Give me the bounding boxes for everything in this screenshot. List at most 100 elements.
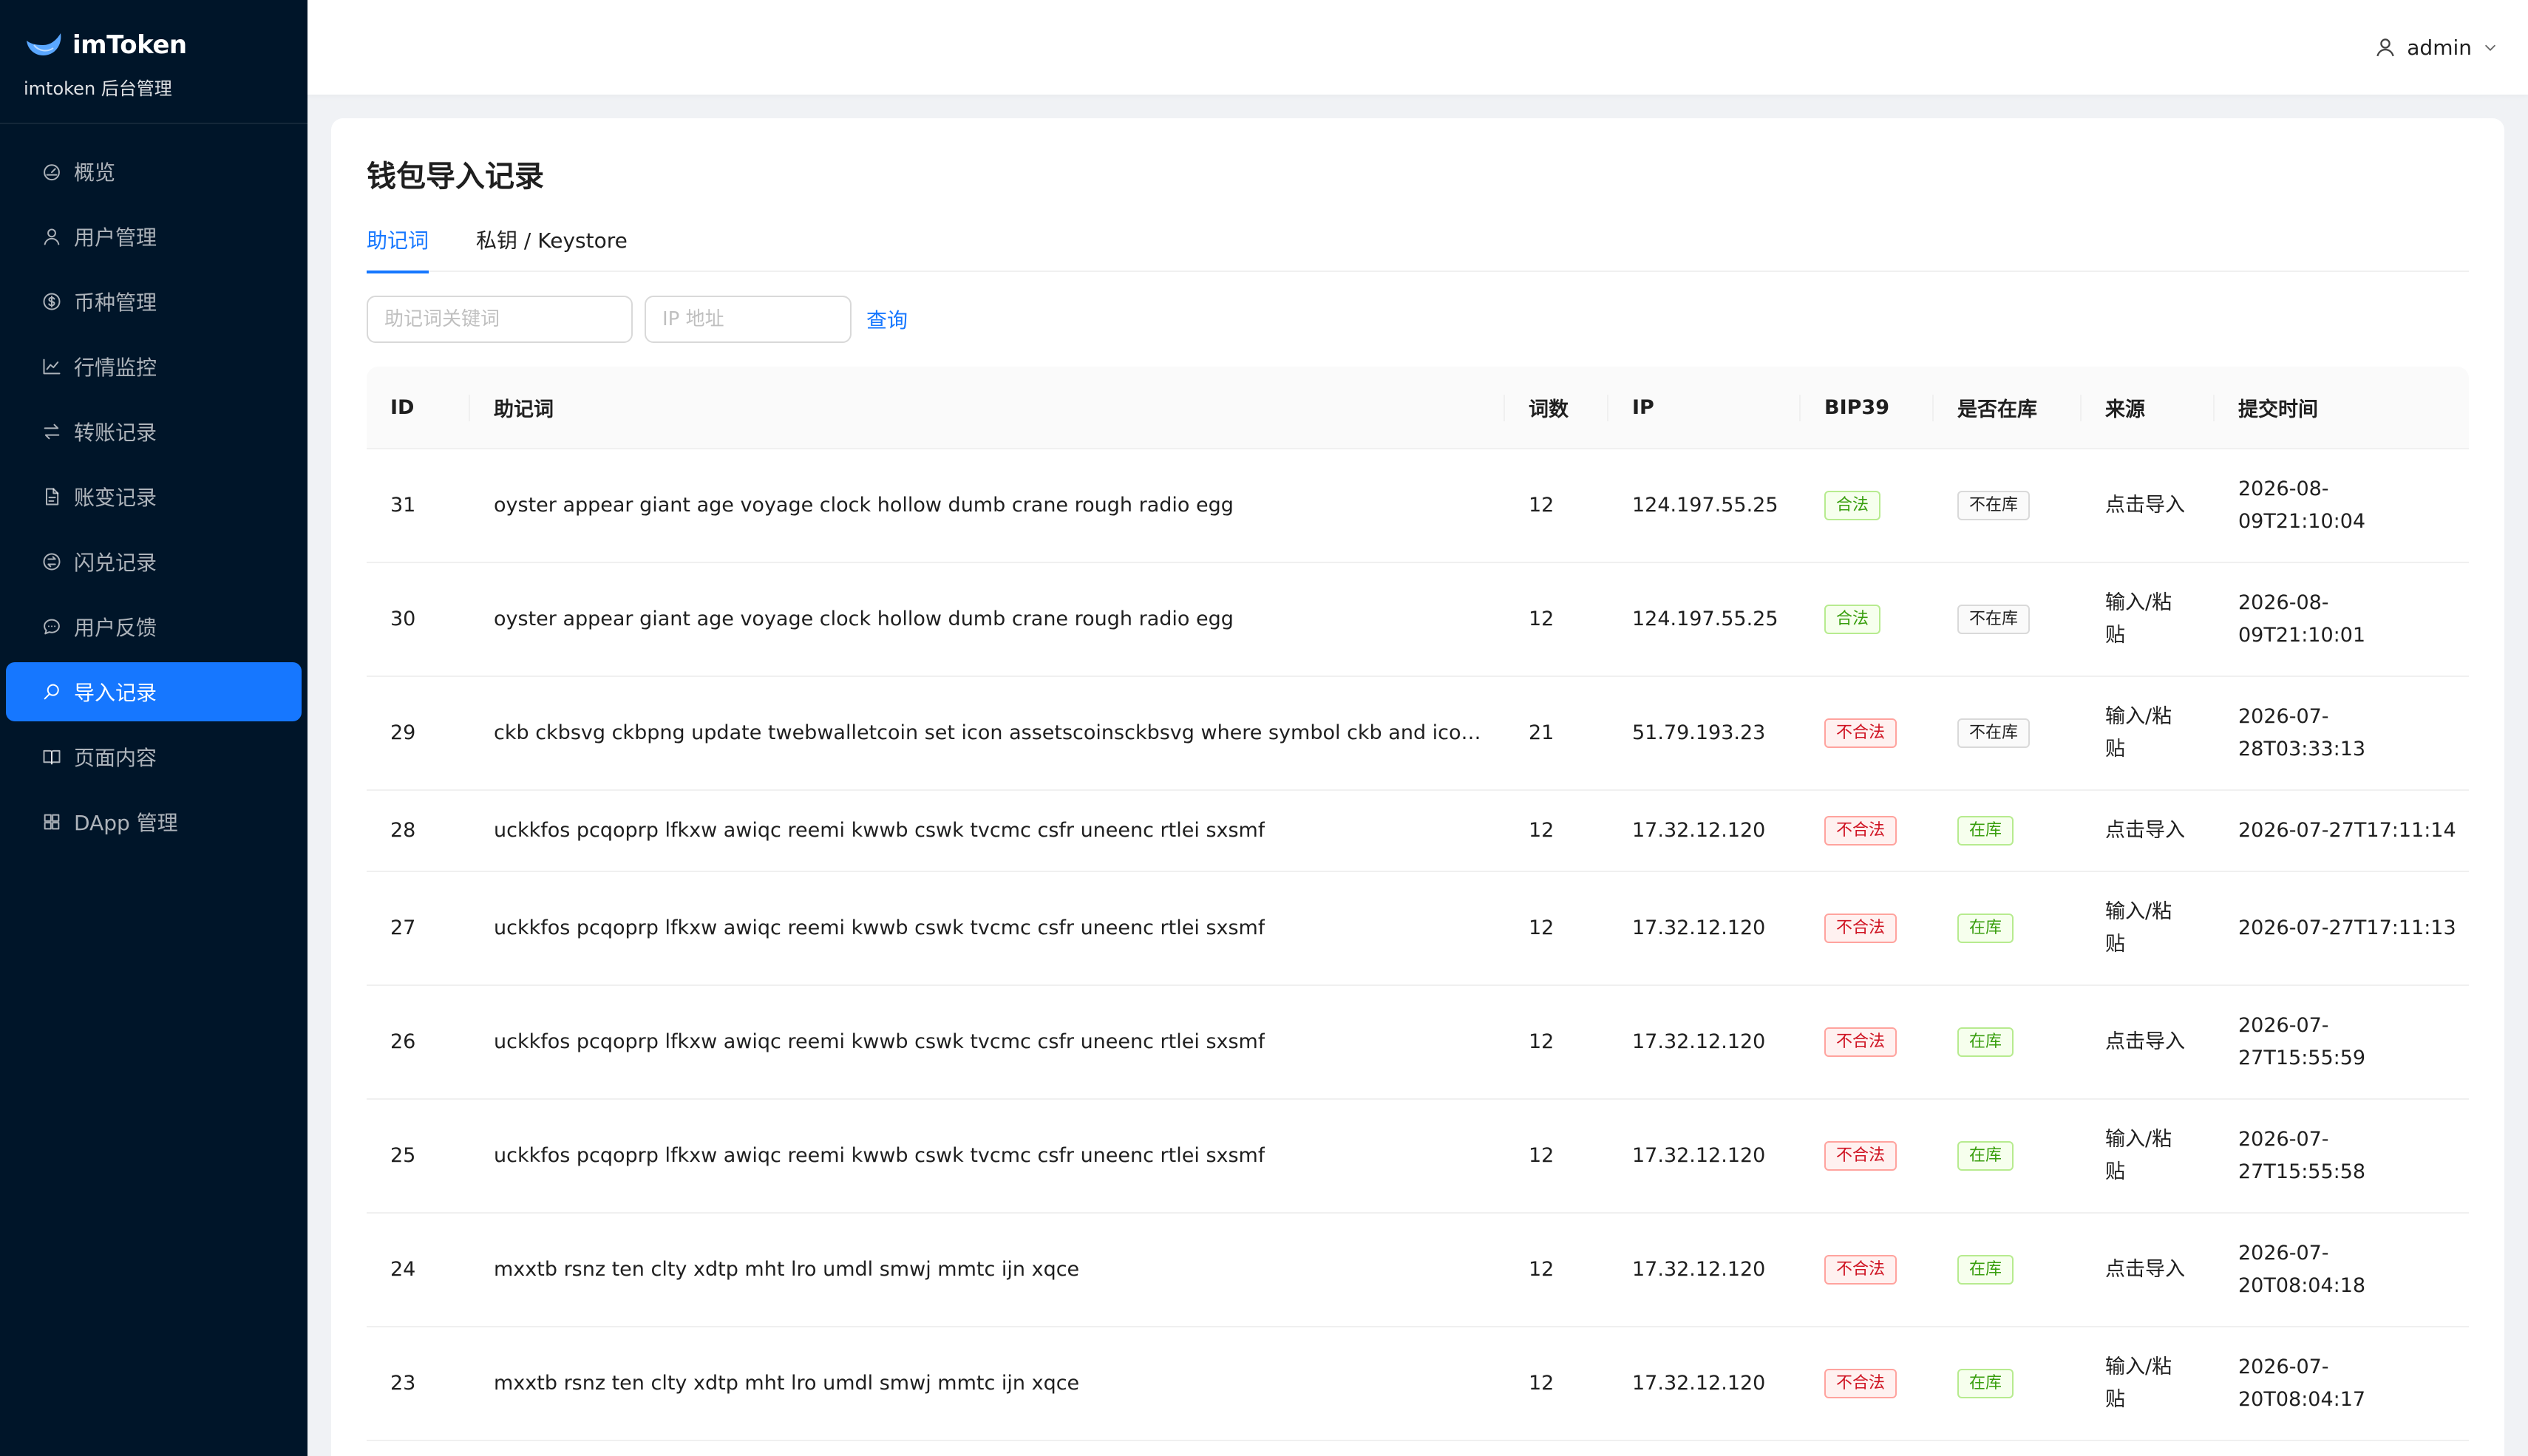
top-header: admin (307, 0, 2528, 95)
table-row: 26 uckkfos pcqoprp lfkxw awiqc reemi kwwb… (367, 986, 2469, 1100)
cell-in-library: 在库 (1934, 791, 2082, 871)
sidebar-item-8[interactable]: 用户反馈 (6, 597, 302, 656)
sidebar-item-6[interactable]: 账变记录 (6, 467, 302, 526)
cell-id: 25 (390, 1144, 416, 1167)
import-records-table: ID 助记词 词数 IP BIP39 是否在库 来源 提交时间 31 oyster… (367, 367, 2469, 1441)
sidebar-item-3[interactable]: 币种管理 (6, 272, 302, 331)
cell-word-count: 12 (1529, 494, 1554, 517)
sidebar-item-11[interactable]: DApp 管理 (6, 792, 302, 851)
message-icon (40, 615, 64, 639)
cell-id: 28 (390, 819, 416, 842)
column-header-word-count[interactable]: 词数 (1505, 367, 1608, 448)
chevron-down-icon (2484, 44, 2496, 51)
mnemonic-text: ckb ckbsvg ckbpng update twebwalletcoin … (494, 721, 1493, 744)
sidebar-item-1[interactable]: 概览 (6, 142, 302, 201)
column-header-id[interactable]: ID (367, 367, 470, 448)
sidebar-item-5[interactable]: 转账记录 (6, 402, 302, 461)
sidebar-item-label: 账变记录 (74, 486, 157, 510)
bip39-status-badge: 不合法 (1824, 1369, 1897, 1398)
table-row: 28 uckkfos pcqoprp lfkxw awiqc reemi kwwb… (367, 791, 2469, 872)
sidebar-item-10[interactable]: 页面内容 (6, 727, 302, 786)
sidebar-item-label: 用户管理 (74, 225, 157, 250)
cell-bip39: 合法 (1801, 449, 1934, 562)
source-text: 贴 (2105, 933, 2125, 956)
table-row: 25 uckkfos pcqoprp lfkxw awiqc reemi kwwb… (367, 1100, 2469, 1214)
mnemonic-text: uckkfos pcqoprp lfkxw awiqc reemi kwwb c… (494, 1144, 1265, 1167)
column-header-ip[interactable]: IP (1608, 367, 1801, 448)
table-row: 24 mxxtb rsnz ten clty xdtp mht lro umdl … (367, 1214, 2469, 1327)
cell-mnemonic: uckkfos pcqoprp lfkxw awiqc reemi kwwb c… (470, 1100, 1505, 1212)
cell-ip: 51.79.193.23 (1632, 721, 1766, 744)
source-text: 输入/粘 (2105, 900, 2172, 923)
cell-word-count: 12 (1529, 608, 1554, 630)
column-header-mnemonic[interactable]: 助记词 (470, 367, 1505, 448)
cell-bip39: 不合法 (1801, 1327, 1934, 1440)
submit-time-text: 09T21:10:01 (2238, 624, 2366, 647)
table-body: 31 oyster appear giant age voyage clock h… (367, 449, 2469, 1441)
mnemonic-keyword-input[interactable] (367, 296, 633, 343)
search-icon (40, 680, 64, 704)
ip-address-input[interactable] (645, 296, 852, 343)
cell-source: 输入/粘贴 (2082, 1327, 2215, 1440)
cell-word-count: 12 (1529, 1372, 1554, 1395)
sidebar-item-7[interactable]: 闪兑记录 (6, 532, 302, 591)
sidebar-item-9[interactable]: 导入记录 (6, 662, 302, 721)
bip39-status-badge: 不合法 (1824, 1255, 1897, 1285)
in-library-status-badge: 在库 (1957, 1027, 2014, 1057)
appstore-icon (40, 810, 64, 834)
sidebar-item-label: 用户反馈 (74, 616, 157, 640)
cell-id: 24 (390, 1258, 416, 1281)
cell-mnemonic: oyster appear giant age voyage clock hol… (470, 449, 1505, 562)
cell-word-count: 12 (1529, 1030, 1554, 1053)
cell-word-count: 12 (1529, 1144, 1554, 1167)
brand-name: imToken (72, 30, 187, 60)
in-library-status-badge: 在库 (1957, 816, 2014, 846)
sidebar-item-label: 行情监控 (74, 356, 157, 380)
sidebar-item-2[interactable]: 用户管理 (6, 207, 302, 266)
source-text: 点击导入 (2105, 819, 2185, 842)
cell-submit-time: 2026-08- 09T21:10:01 (2215, 563, 2469, 676)
table-row: 30 oyster appear giant age voyage clock h… (367, 563, 2469, 677)
cell-in-library: 不在库 (1934, 563, 2082, 676)
cell-ip: 17.32.12.120 (1632, 1372, 1766, 1395)
submit-time-text: 2026-07- (2238, 1242, 2329, 1265)
sidebar-item-label: DApp 管理 (74, 811, 178, 835)
content-card: 钱包导入记录 助记词 私钥 / Keystore 查询 ID 助记词 词数 IP… (331, 118, 2504, 1456)
cell-id: 29 (390, 721, 416, 744)
cell-in-library: 在库 (1934, 1214, 2082, 1326)
transaction-icon (40, 550, 64, 574)
column-header-source[interactable]: 来源 (2082, 367, 2215, 448)
sidebar-item-4[interactable]: 行情监控 (6, 337, 302, 396)
bip39-status-badge: 合法 (1824, 491, 1881, 520)
in-library-status-badge: 在库 (1957, 1141, 2014, 1171)
column-header-bip39[interactable]: BIP39 (1801, 367, 1934, 448)
tab-private-key-keystore[interactable]: 私钥 / Keystore (476, 217, 628, 272)
column-header-submit-time[interactable]: 提交时间 (2215, 367, 2469, 448)
submit-time-text: 2026-07- (2238, 1014, 2329, 1037)
mnemonic-text: mxxtb rsnz ten clty xdtp mht lro umdl sm… (494, 1258, 1080, 1281)
cell-ip: 17.32.12.120 (1632, 1030, 1766, 1053)
brand-subtitle: imtoken 后台管理 (24, 78, 172, 99)
submit-time-text: 2026-08- (2238, 591, 2329, 614)
in-library-status-badge: 在库 (1957, 914, 2014, 943)
cell-word-count: 12 (1529, 1258, 1554, 1281)
cell-in-library: 在库 (1934, 872, 2082, 984)
mnemonic-text: uckkfos pcqoprp lfkxw awiqc reemi kwwb c… (494, 819, 1265, 842)
column-header-in-library[interactable]: 是否在库 (1934, 367, 2082, 448)
cell-source: 输入/粘贴 (2082, 677, 2215, 789)
submit-time-text: 20T08:04:17 (2238, 1388, 2366, 1411)
cell-source: 输入/粘贴 (2082, 1100, 2215, 1212)
sidebar-item-label: 币种管理 (74, 290, 157, 315)
tab-mnemonic[interactable]: 助记词 (367, 217, 429, 273)
bip39-status-badge: 不合法 (1824, 914, 1897, 943)
cell-source: 点击导入 (2082, 449, 2215, 562)
cell-in-library: 在库 (1934, 1327, 2082, 1440)
source-text: 输入/粘 (2105, 1355, 2172, 1378)
user-menu[interactable]: admin (2374, 30, 2498, 65)
source-text: 贴 (2105, 624, 2125, 647)
query-button[interactable]: 查询 (863, 305, 911, 334)
submit-time-text: 27T15:55:58 (2238, 1160, 2366, 1183)
sidebar-menu: 概览用户管理币种管理行情监控转账记录账变记录闪兑记录用户反馈导入记录页面内容 DA… (0, 124, 307, 851)
cell-in-library: 在库 (1934, 986, 2082, 1098)
brand: imToken imtoken 后台管理 (0, 0, 307, 124)
